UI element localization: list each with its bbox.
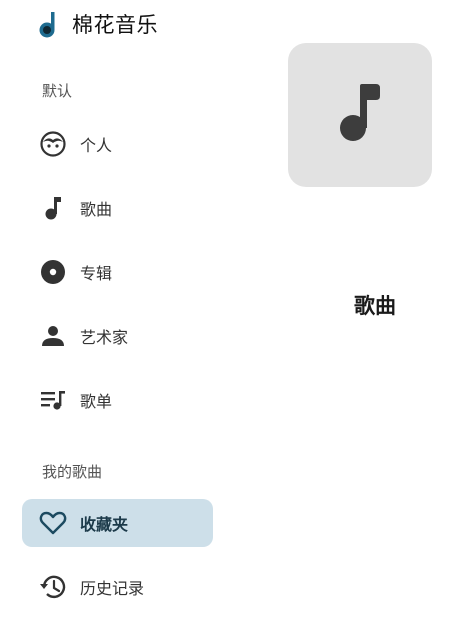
sidebar-item-label: 歌单 bbox=[80, 392, 113, 411]
music-note-icon bbox=[39, 194, 67, 222]
section-label-my-songs: 我的歌曲 bbox=[42, 463, 103, 481]
detail-pane: 歌曲 bbox=[230, 0, 462, 632]
app-title: 棉花音乐 bbox=[72, 13, 158, 37]
detail-title: 歌曲 bbox=[354, 294, 396, 318]
playlist-icon bbox=[39, 386, 67, 414]
sidebar-item-label: 收藏夹 bbox=[80, 515, 129, 534]
sidebar-item-personal[interactable]: 个人 bbox=[22, 120, 213, 168]
person-icon bbox=[39, 322, 67, 350]
app-header: 棉花音乐 bbox=[38, 8, 158, 40]
sidebar-item-label: 个人 bbox=[80, 136, 113, 155]
cover-art bbox=[288, 43, 432, 187]
sidebar-item-artists[interactable]: 艺术家 bbox=[22, 312, 213, 360]
section-label-default: 默认 bbox=[42, 82, 73, 100]
sidebar-item-songs[interactable]: 歌曲 bbox=[22, 184, 213, 232]
album-disc-icon bbox=[39, 258, 67, 286]
heart-outline-icon bbox=[39, 509, 67, 537]
sidebar-item-playlists[interactable]: 歌单 bbox=[22, 376, 213, 424]
sidebar-item-label: 专辑 bbox=[80, 264, 113, 283]
app-logo-icon bbox=[38, 10, 60, 38]
sidebar-item-history[interactable]: 历史记录 bbox=[22, 563, 213, 611]
sidebar-item-albums[interactable]: 专辑 bbox=[22, 248, 213, 296]
music-note-icon bbox=[338, 84, 382, 146]
sidebar-item-label: 历史记录 bbox=[80, 579, 145, 598]
face-icon bbox=[39, 130, 67, 158]
history-icon bbox=[39, 573, 67, 601]
sidebar-item-label: 歌曲 bbox=[80, 200, 113, 219]
app-window: 棉花音乐 默认 个人 歌曲 专辑 艺术家 歌单 我的歌曲 收藏夹 历史记录 歌曲 bbox=[0, 0, 462, 632]
sidebar-item-favorites[interactable]: 收藏夹 bbox=[22, 499, 213, 547]
navigation-drawer: 棉花音乐 默认 个人 歌曲 专辑 艺术家 歌单 我的歌曲 收藏夹 历史记录 bbox=[0, 0, 230, 632]
sidebar-item-label: 艺术家 bbox=[80, 328, 129, 347]
